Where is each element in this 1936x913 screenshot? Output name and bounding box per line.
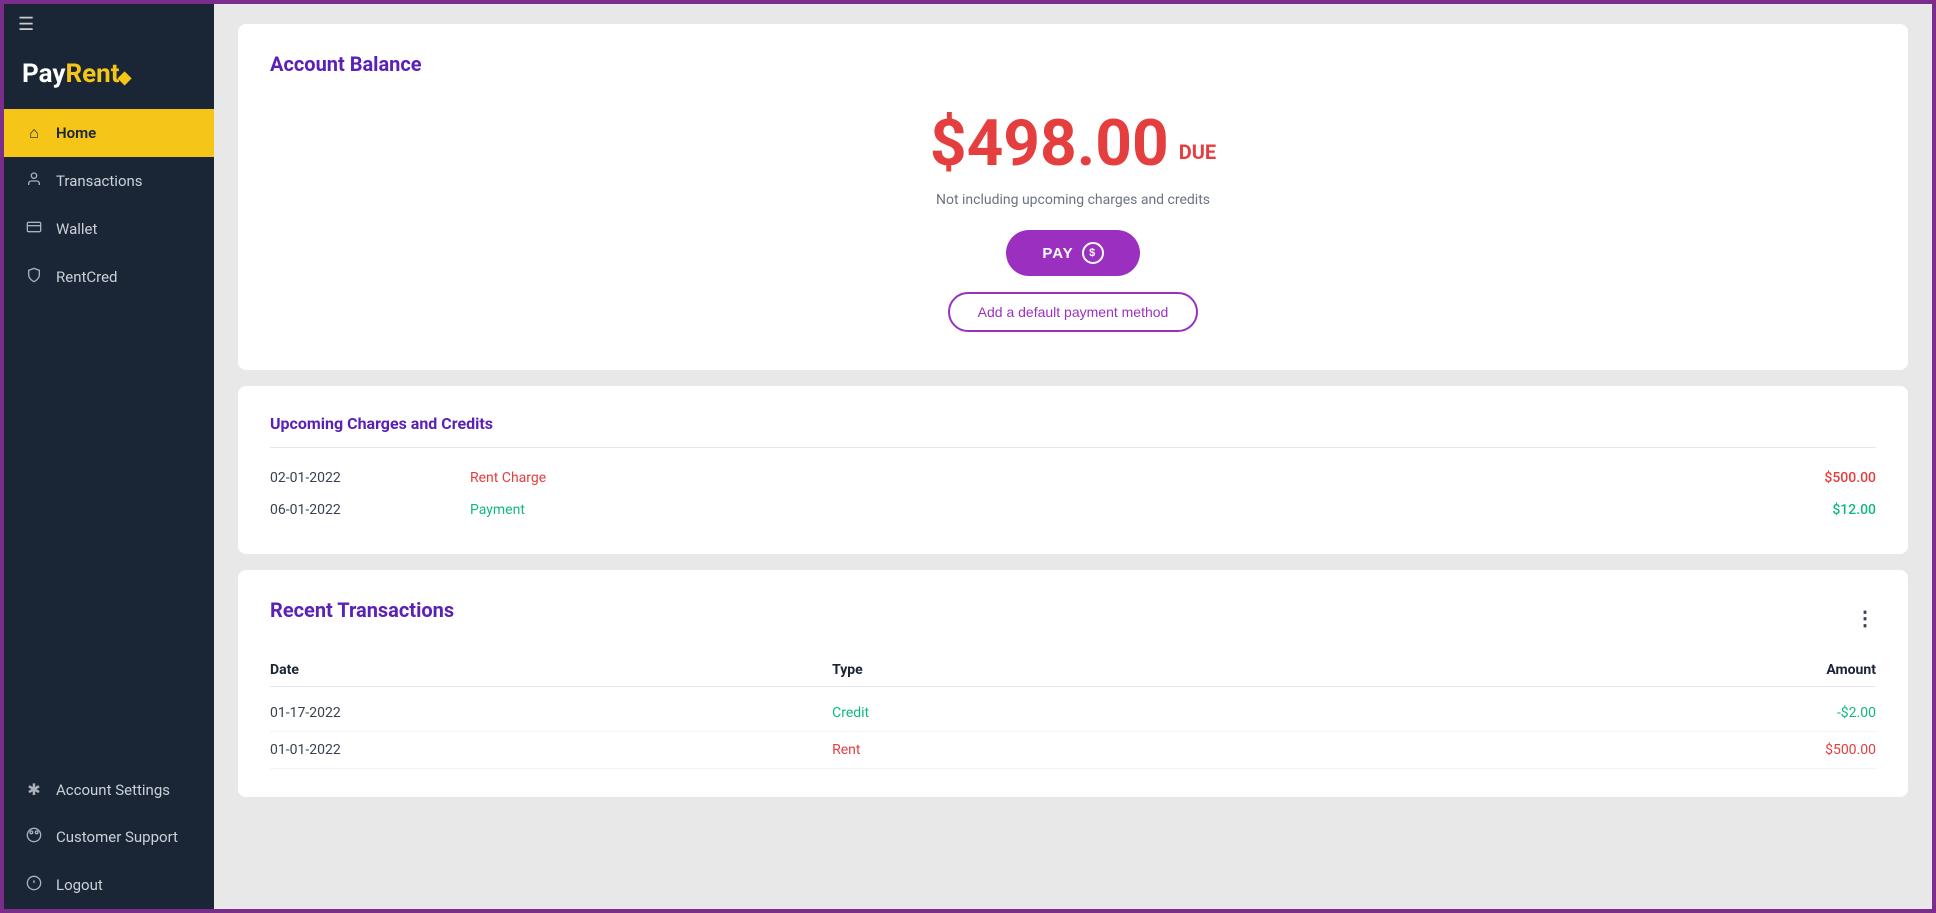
recent-transactions-card: Recent Transactions ⋮ Date Type Amount 0… — [238, 570, 1908, 797]
transactions-list: 01-17-2022 Credit -$2.00 01-01-2022 Rent… — [270, 695, 1876, 769]
app-logo: PayRent — [22, 59, 131, 89]
support-icon — [24, 827, 44, 847]
balance-amount: $498.00 — [930, 106, 1169, 181]
transactions-table-header: Date Type Amount — [270, 654, 1876, 687]
home-icon: ⌂ — [24, 123, 44, 143]
balance-display: $498.00 DUE — [930, 112, 1216, 176]
charge-type-1: Payment — [470, 502, 1776, 518]
upcoming-charges-title: Upcoming Charges and Credits — [270, 414, 1876, 448]
settings-icon: ✱ — [24, 780, 44, 799]
transaction-type-1: Rent — [832, 742, 1394, 758]
charge-type-0: Rent Charge — [470, 470, 1776, 486]
rentcred-icon — [24, 267, 44, 287]
sidebar-item-logout-label: Logout — [56, 876, 103, 894]
col-header-type: Type — [832, 662, 1394, 678]
pay-button[interactable]: PAY $ — [1006, 230, 1139, 276]
sidebar-item-account-settings-label: Account Settings — [56, 781, 170, 799]
sidebar: ☰ PayRent ⌂ Home Transactions — [4, 4, 214, 909]
logout-icon — [24, 875, 44, 895]
pay-dollar-icon: $ — [1082, 242, 1104, 264]
transaction-amount-0: -$2.00 — [1394, 705, 1876, 721]
transaction-type-0: Credit — [832, 705, 1394, 721]
sidebar-item-wallet-label: Wallet — [56, 220, 97, 238]
sidebar-item-customer-support-label: Customer Support — [56, 828, 178, 846]
charge-row-0: 02-01-2022 Rent Charge $500.00 — [270, 462, 1876, 494]
upcoming-charges-card: Upcoming Charges and Credits 02-01-2022 … — [238, 386, 1908, 554]
recent-transactions-title: Recent Transactions — [270, 598, 454, 622]
balance-section: $498.00 DUE Not including upcoming charg… — [270, 92, 1876, 342]
sidebar-item-rentcred[interactable]: RentCred — [4, 253, 214, 301]
collapse-icon[interactable]: ☰ — [18, 14, 34, 35]
balance-subtitle: Not including upcoming charges and credi… — [936, 192, 1210, 208]
charge-amount-1: $12.00 — [1776, 502, 1876, 518]
sidebar-item-logout[interactable]: Logout — [4, 861, 214, 909]
sidebar-item-account-settings[interactable]: ✱ Account Settings — [4, 766, 214, 813]
sidebar-top-bar: ☰ — [4, 4, 214, 45]
sidebar-item-home[interactable]: ⌂ Home — [4, 109, 214, 157]
transaction-date-0: 01-17-2022 — [270, 705, 832, 721]
sidebar-item-transactions-label: Transactions — [56, 172, 143, 190]
sidebar-item-customer-support[interactable]: Customer Support — [4, 813, 214, 861]
transaction-row-1: 01-01-2022 Rent $500.00 — [270, 732, 1876, 769]
main-content: Account Balance $498.00 DUE Not includin… — [214, 4, 1932, 909]
col-header-amount: Amount — [1394, 662, 1876, 678]
transaction-date-1: 01-01-2022 — [270, 742, 832, 758]
balance-due-label: DUE — [1179, 140, 1216, 164]
transactions-header: Recent Transactions ⋮ — [270, 598, 1876, 638]
charge-amount-0: $500.00 — [1776, 470, 1876, 486]
more-options-icon[interactable]: ⋮ — [1855, 606, 1876, 630]
sidebar-item-home-label: Home — [56, 124, 96, 142]
logo-area: PayRent — [4, 45, 214, 109]
charge-date-0: 02-01-2022 — [270, 470, 470, 486]
account-balance-title: Account Balance — [270, 52, 1876, 76]
charge-date-1: 06-01-2022 — [270, 502, 470, 518]
transaction-amount-1: $500.00 — [1394, 742, 1876, 758]
add-payment-method-button[interactable]: Add a default payment method — [948, 292, 1199, 332]
pay-button-label: PAY — [1042, 245, 1073, 262]
charge-row-1: 06-01-2022 Payment $12.00 — [270, 494, 1876, 526]
nav-items: ⌂ Home Transactions Wallet — [4, 109, 214, 909]
account-balance-card: Account Balance $498.00 DUE Not includin… — [238, 24, 1908, 370]
sidebar-item-wallet[interactable]: Wallet — [4, 205, 214, 253]
wallet-icon — [24, 219, 44, 239]
sidebar-item-transactions[interactable]: Transactions — [4, 157, 214, 205]
sidebar-item-rentcred-label: RentCred — [56, 268, 118, 286]
transaction-row-0: 01-17-2022 Credit -$2.00 — [270, 695, 1876, 732]
charges-list: 02-01-2022 Rent Charge $500.00 06-01-202… — [270, 462, 1876, 526]
col-header-date: Date — [270, 662, 832, 678]
transactions-icon — [24, 171, 44, 191]
